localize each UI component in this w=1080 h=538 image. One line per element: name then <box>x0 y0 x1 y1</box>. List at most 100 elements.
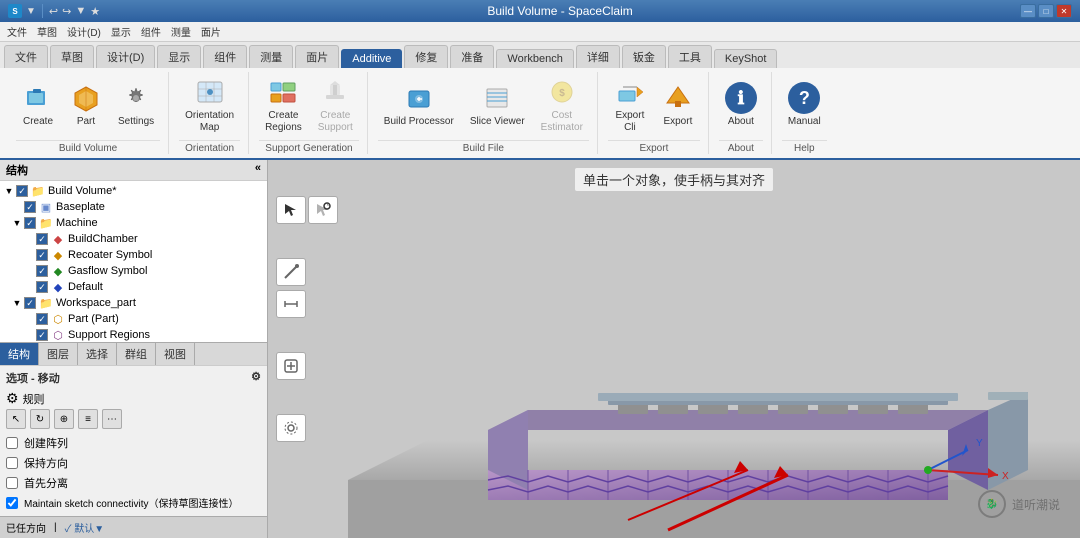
support-regions-icon: ⬡ <box>51 328 65 342</box>
expand-icon[interactable] <box>24 234 34 244</box>
expand-icon[interactable] <box>24 330 34 340</box>
expand-icon[interactable] <box>24 314 34 324</box>
3d-scene: Y X <box>268 160 1080 538</box>
tree-checkbox[interactable]: ✓ <box>36 249 48 261</box>
orientation-map-button[interactable]: OrientationMap <box>179 73 240 137</box>
move-icon-btn[interactable]: ↖ <box>6 409 26 429</box>
tree-checkbox[interactable]: ✓ <box>24 217 36 229</box>
separate-first-checkbox[interactable] <box>6 477 18 489</box>
menu-component[interactable]: 组件 <box>138 23 164 40</box>
tree-checkbox[interactable]: ✓ <box>36 313 48 325</box>
create-button[interactable]: Create <box>16 79 60 131</box>
settings-button[interactable]: Settings <box>112 79 160 131</box>
struct-tab-select[interactable]: 选择 <box>78 343 117 365</box>
maintain-connectivity-checkbox[interactable] <box>6 497 18 509</box>
tab-sketch[interactable]: 草图 <box>50 45 94 68</box>
struct-tab-views[interactable]: 视图 <box>156 343 195 365</box>
expand-icon[interactable] <box>24 282 34 292</box>
cost-estimator-button[interactable]: $ CostEstimator <box>535 73 589 137</box>
tree-item-baseplate[interactable]: ✓ ▣ Baseplate <box>0 199 267 215</box>
expand-icon[interactable]: ▼ <box>12 218 22 228</box>
tab-facets[interactable]: 面片 <box>295 45 339 68</box>
tree-item-support-regions[interactable]: ✓ ⬡ Support Regions <box>0 327 267 342</box>
export-button[interactable]: Export <box>656 79 700 131</box>
tab-tools[interactable]: 工具 <box>668 45 712 68</box>
part-button[interactable]: Part <box>64 79 108 131</box>
gear-icon: ⚙ <box>6 390 19 407</box>
tree-checkbox[interactable]: ✓ <box>24 297 36 309</box>
maximize-button[interactable]: □ <box>1038 4 1054 18</box>
ribbon-group-build-file: Build Processor Slice Viewer <box>370 72 598 154</box>
align-icon-btn[interactable]: ≡ <box>78 409 98 429</box>
menu-measure[interactable]: 测量 <box>168 23 194 40</box>
struct-tab-structure[interactable]: 结构 <box>0 343 39 365</box>
tab-sheetmetal[interactable]: 钣金 <box>622 45 666 68</box>
menu-file[interactable]: 文件 <box>4 23 30 40</box>
tab-component[interactable]: 组件 <box>203 45 247 68</box>
about-button[interactable]: ℹ About <box>719 79 763 131</box>
tab-prepare[interactable]: 准备 <box>450 45 494 68</box>
tab-detail[interactable]: 详细 <box>576 45 620 68</box>
manual-button[interactable]: ? Manual <box>782 79 827 131</box>
export-cli-button[interactable]: ExportCli <box>608 73 652 137</box>
tree-checkbox[interactable]: ✓ <box>24 201 36 213</box>
submit-btn[interactable]: ✓ 默认▼ <box>65 520 105 535</box>
tab-additive[interactable]: Additive <box>341 49 402 68</box>
options-gear-icon[interactable]: ⚙ <box>251 370 261 386</box>
menu-display[interactable]: 显示 <box>108 23 134 40</box>
minimize-button[interactable]: — <box>1020 4 1036 18</box>
options-panel: 选项 - 移动 ⚙ ⚙ 规则 ↖ ↻ ⊕ ≡ ⋯ 创建阵列 保持方向 <box>0 365 267 516</box>
tree-item-gasflow[interactable]: ✓ ◆ Gasflow Symbol <box>0 263 267 279</box>
default-icon: ◆ <box>51 280 65 294</box>
tree-item-machine[interactable]: ▼ ✓ 📁 Machine <box>0 215 267 231</box>
build-processor-button[interactable]: Build Processor <box>378 79 460 131</box>
tree-checkbox[interactable]: ✓ <box>36 329 48 341</box>
tab-file[interactable]: 文件 <box>4 45 48 68</box>
tree-item-build-volume[interactable]: ▼ ✓ 📁 Build Volume* <box>0 183 267 199</box>
menu-sketch[interactable]: 草图 <box>34 23 60 40</box>
expand-icon[interactable] <box>24 250 34 260</box>
tree-text: Recoater Symbol <box>68 249 152 261</box>
expand-icon[interactable] <box>12 202 22 212</box>
slice-viewer-button[interactable]: Slice Viewer <box>464 79 531 131</box>
folder-icon: 📁 <box>39 216 53 230</box>
create-support-button[interactable]: CreateSupport <box>312 73 359 137</box>
keep-orientation-checkbox[interactable] <box>6 457 18 469</box>
tree-item-workspace-part[interactable]: ▼ ✓ 📁 Workspace_part <box>0 295 267 311</box>
tree-item-buildchamber[interactable]: ✓ ◆ BuildChamber <box>0 231 267 247</box>
close-button[interactable]: ✕ <box>1056 4 1072 18</box>
create-regions-label: CreateRegions <box>265 110 302 134</box>
extra-icon-btn[interactable]: ⋯ <box>102 409 122 429</box>
rotate-icon-btn[interactable]: ↻ <box>30 409 50 429</box>
menu-design[interactable]: 设计(D) <box>64 23 104 40</box>
tree-checkbox[interactable]: ✓ <box>36 265 48 277</box>
collapse-button[interactable]: « <box>255 162 261 178</box>
menu-facets[interactable]: 面片 <box>198 23 224 40</box>
orientation-status: 已任方向 <box>6 520 46 535</box>
expand-icon[interactable]: ▼ <box>12 298 22 308</box>
struct-tab-groups[interactable]: 群组 <box>117 343 156 365</box>
ribbon-tabs: 文件 草图 设计(D) 显示 组件 测量 面片 Additive 修复 准备 W… <box>0 42 1080 68</box>
struct-tab-layers[interactable]: 图层 <box>39 343 78 365</box>
create-array-checkbox[interactable] <box>6 437 18 449</box>
tree-item-part[interactable]: ✓ ⬡ Part (Part) <box>0 311 267 327</box>
snap-icon-btn[interactable]: ⊕ <box>54 409 74 429</box>
tab-workbench[interactable]: Workbench <box>496 49 573 68</box>
expand-icon[interactable] <box>24 266 34 276</box>
tree-checkbox[interactable]: ✓ <box>36 281 48 293</box>
menu-bar: 文件 草图 设计(D) 显示 组件 测量 面片 <box>0 22 1080 42</box>
create-regions-button[interactable]: CreateRegions <box>259 73 308 137</box>
viewport[interactable]: 单击一个对象，使手柄与其对齐 <box>268 160 1080 538</box>
tab-repair[interactable]: 修复 <box>404 45 448 68</box>
tree-item-default[interactable]: ✓ ◆ Default <box>0 279 267 295</box>
part-icon <box>70 82 102 114</box>
tab-keyshot[interactable]: KeyShot <box>714 49 778 68</box>
tree-checkbox[interactable]: ✓ <box>16 185 28 197</box>
tree-checkbox[interactable]: ✓ <box>36 233 48 245</box>
tab-design[interactable]: 设计(D) <box>96 45 155 68</box>
expand-icon[interactable]: ▼ <box>4 186 14 196</box>
tab-measure[interactable]: 测量 <box>249 45 293 68</box>
buildchamber-icon: ◆ <box>51 232 65 246</box>
tree-item-recoater[interactable]: ✓ ◆ Recoater Symbol <box>0 247 267 263</box>
tab-display[interactable]: 显示 <box>157 45 201 68</box>
